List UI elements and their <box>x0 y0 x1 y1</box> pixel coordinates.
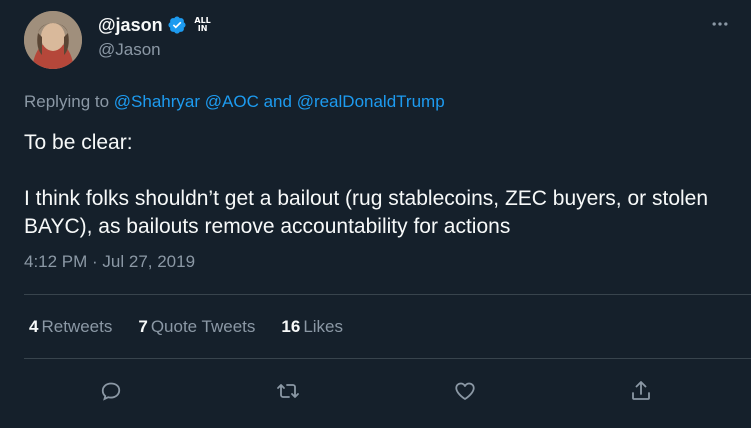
retweets-stat[interactable]: 4 Retweets <box>29 317 112 337</box>
reply-button[interactable] <box>94 374 128 408</box>
quote-tweets-label: Quote Tweets <box>150 317 256 336</box>
likes-label: Likes <box>303 317 344 336</box>
avatar-image <box>24 11 82 69</box>
share-icon <box>632 381 650 400</box>
quote-tweets-count: 7 <box>138 317 148 336</box>
engagement-stats: 4 Retweets 7 Quote Tweets 16 Likes <box>29 317 343 337</box>
quote-tweets-stat[interactable]: 7 Quote Tweets <box>138 317 255 337</box>
mention-link-realdonaldtrump[interactable]: @realDonaldTrump <box>297 92 445 111</box>
likes-count: 16 <box>281 317 301 336</box>
retweets-count: 4 <box>29 317 39 336</box>
author-handle[interactable]: @Jason <box>98 40 161 60</box>
like-icon <box>455 382 475 400</box>
affiliation-badge-line2: IN <box>197 24 208 33</box>
tweet-text-line: I think folks shouldn’t get a bailout (r… <box>24 187 709 238</box>
verified-badge-icon <box>167 15 187 35</box>
replying-to-line: Replying to @Shahryar @AOC and @realDona… <box>24 92 445 112</box>
likes-stat[interactable]: 16 Likes <box>281 317 343 337</box>
tweet-timestamp[interactable]: 4:12 PM · Jul 27, 2019 <box>24 252 195 272</box>
mention-conjunction[interactable]: and <box>259 92 297 111</box>
affiliation-badge-icon[interactable]: ALL IN <box>192 15 213 35</box>
mention-link-aoc[interactable]: @AOC <box>205 92 259 111</box>
reply-icon <box>101 382 121 401</box>
tweet-text-line: To be clear: <box>24 131 133 154</box>
retweets-label: Retweets <box>41 317 113 336</box>
author-name-row: @jason ALL IN <box>98 13 213 37</box>
divider <box>24 294 751 295</box>
more-options-icon[interactable] <box>706 10 734 38</box>
avatar[interactable] <box>24 11 82 69</box>
replying-to-label: Replying to <box>24 92 114 111</box>
divider <box>24 358 751 359</box>
share-button[interactable] <box>624 374 658 408</box>
tweet-text: To be clear: I think folks shouldn’t get… <box>24 129 724 241</box>
mention-link-shahryar[interactable]: @Shahryar <box>114 92 200 111</box>
like-button[interactable] <box>448 374 482 408</box>
retweet-button[interactable] <box>271 374 305 408</box>
display-name[interactable]: @jason <box>98 15 163 36</box>
retweet-icon <box>277 384 299 398</box>
